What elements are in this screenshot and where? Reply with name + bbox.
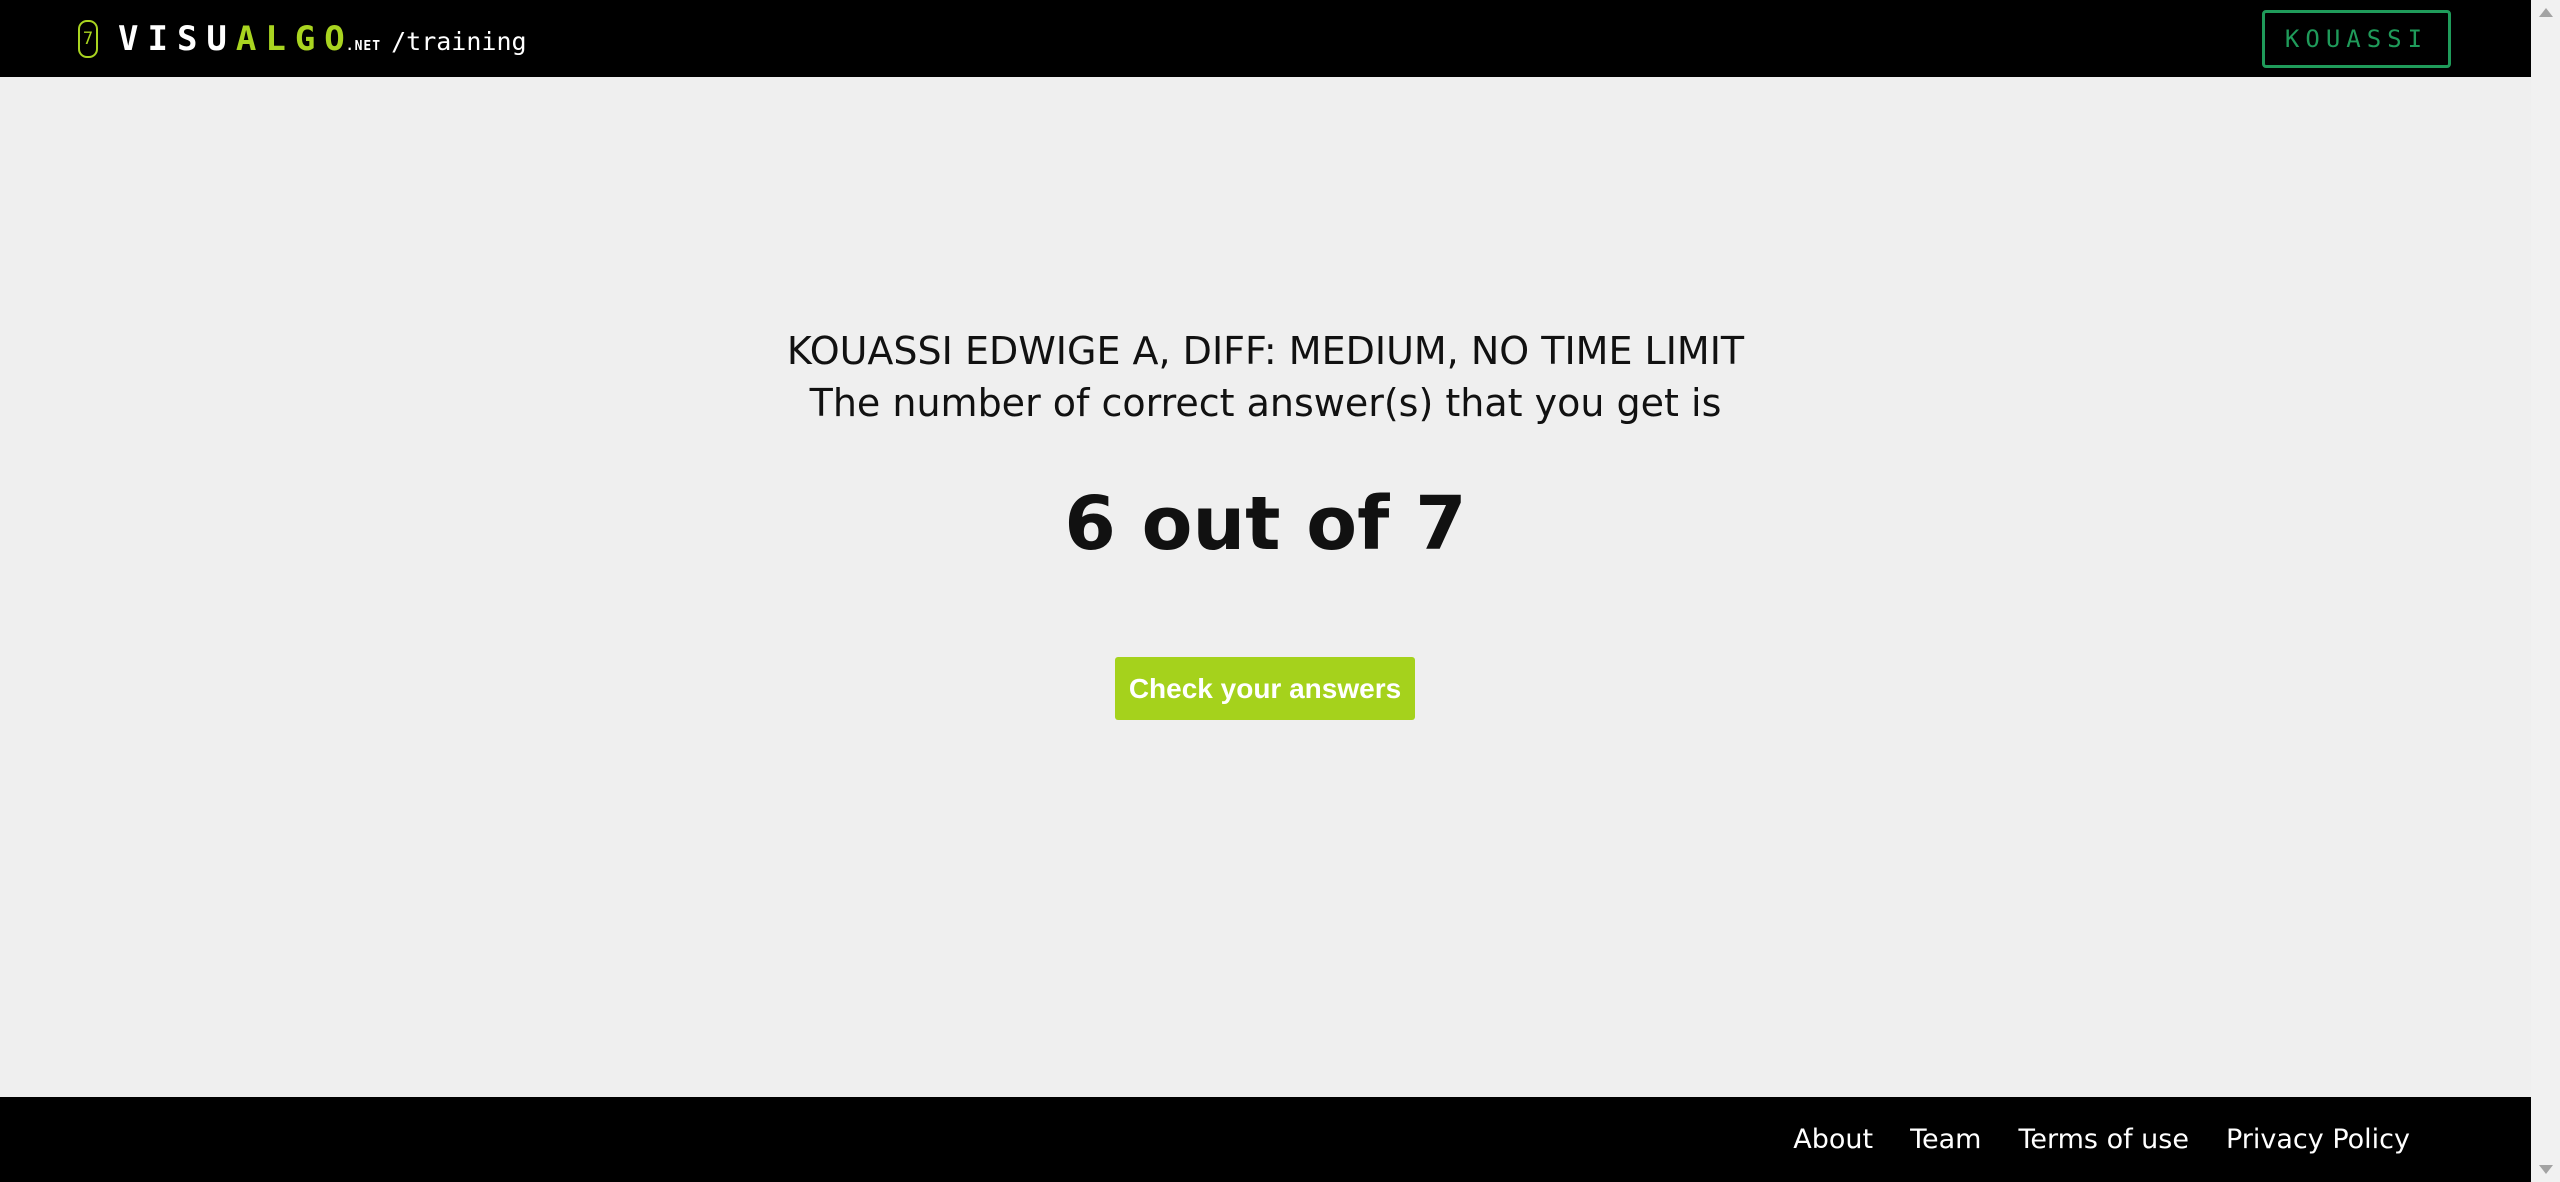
logo-suffix: .NET — [345, 38, 382, 54]
footer-link-terms[interactable]: Terms of use — [2018, 1124, 2189, 1155]
footer-link-privacy[interactable]: Privacy Policy — [2226, 1124, 2410, 1155]
footer: About Team Terms of use Privacy Policy — [0, 1097, 2531, 1182]
score-text: 6 out of 7 — [1064, 481, 1467, 567]
result-panel: KOUASSI EDWIGE A, DIFF: MEDIUM, NO TIME … — [0, 325, 2531, 569]
footer-link-team[interactable]: Team — [1910, 1124, 1981, 1155]
footer-link-about[interactable]: About — [1793, 1124, 1873, 1155]
page: 7 VISU ALGO .NET /training KOUASSI KOUASS… — [0, 0, 2560, 1182]
logo-badge-icon: 7 — [78, 20, 98, 58]
result-summary: KOUASSI EDWIGE A, DIFF: MEDIUM, NO TIME … — [786, 329, 1745, 373]
result-subtitle: The number of correct answer(s) that you… — [809, 381, 1722, 425]
scroll-up-arrow-icon[interactable] — [2539, 8, 2553, 17]
page-path: /training — [391, 26, 527, 56]
logo-word-visu: VISU — [118, 19, 236, 59]
scroll-down-arrow-icon[interactable] — [2539, 1165, 2553, 1174]
footer-links: About Team Terms of use Privacy Policy — [1756, 1097, 2410, 1182]
content-area: 7 VISU ALGO .NET /training KOUASSI KOUASS… — [0, 0, 2531, 1182]
top-navbar: 7 VISU ALGO .NET /training KOUASSI — [0, 0, 2531, 77]
vertical-scrollbar[interactable] — [2531, 0, 2560, 1182]
logo-word-algo: ALGO — [235, 19, 354, 59]
visualgo-logo[interactable]: 7 VISU ALGO .NET /training — [78, 19, 527, 59]
check-answers-button[interactable]: Check your answers — [1115, 657, 1415, 720]
user-button[interactable]: KOUASSI — [2262, 10, 2451, 68]
